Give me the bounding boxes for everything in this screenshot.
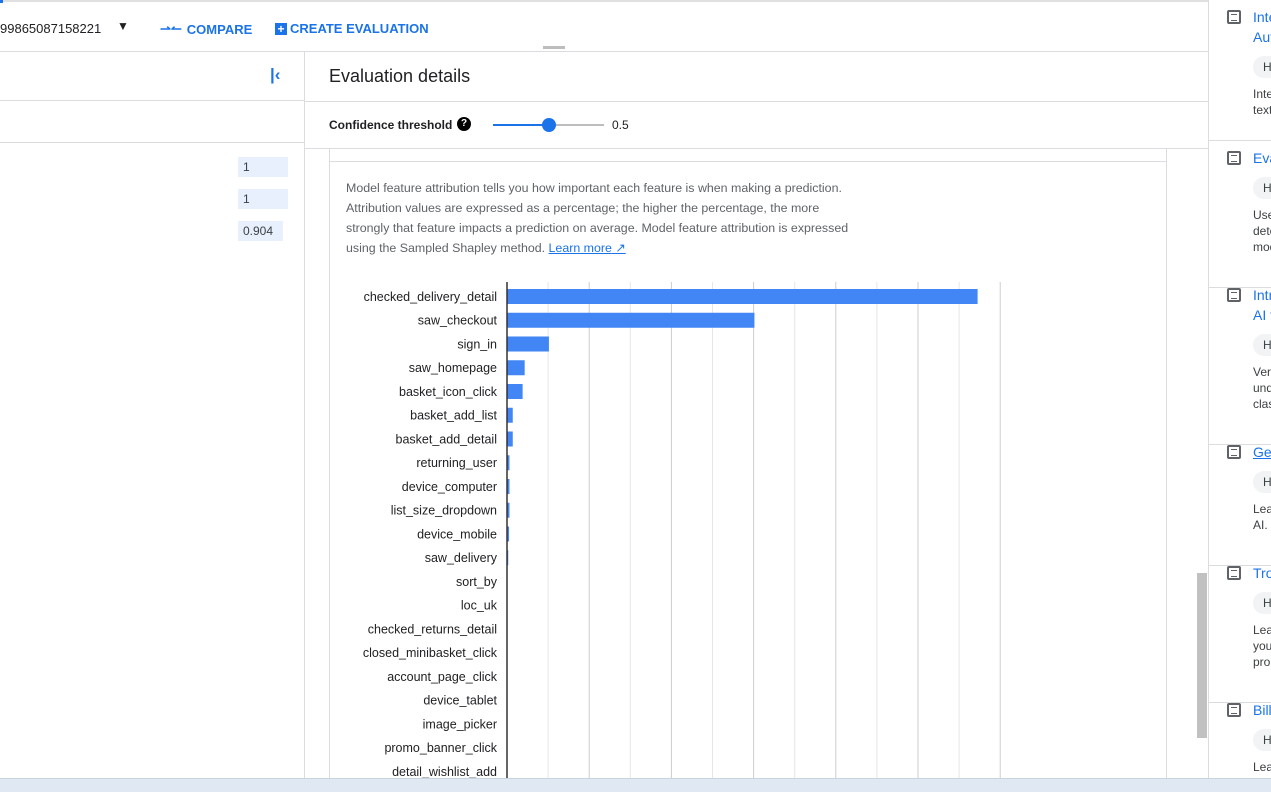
article-chip: H xyxy=(1253,471,1271,493)
plus-icon: + xyxy=(275,22,287,35)
compare-label: COMPARE xyxy=(186,21,253,37)
article-icon xyxy=(1227,703,1241,717)
slider-fill xyxy=(493,124,549,126)
category-label: promo_banner_click xyxy=(384,741,497,755)
help-article[interactable]: IntrAI f H Verundclas xyxy=(1209,285,1271,445)
slider-thumb[interactable] xyxy=(541,118,556,132)
category-label: basket_icon_click xyxy=(399,385,498,399)
create-evaluation-button[interactable]: + CREATE EVALUATION xyxy=(275,21,429,36)
taskbar xyxy=(0,778,1271,792)
threshold-label: Confidence threshold xyxy=(329,118,453,132)
article-title[interactable]: Bill xyxy=(1253,700,1271,720)
article-description: Leayoupro xyxy=(1253,623,1271,669)
bar-saw_homepage[interactable] xyxy=(507,360,525,376)
category-label: saw_homepage xyxy=(409,361,497,375)
page-title: Evaluation details xyxy=(329,66,471,86)
help-article[interactable]: Tro H Leayoupro xyxy=(1209,563,1271,703)
article-description: Usedetemod xyxy=(1253,208,1271,254)
category-label: detail_wishlist_add xyxy=(392,765,497,779)
category-label: saw_delivery xyxy=(425,551,498,565)
top-toolbar: 99865087158221 ▼ ⇀↼ COMPARE + CREATE EVALU… xyxy=(0,0,1208,52)
bar-basket_add_detail[interactable] xyxy=(507,431,513,447)
category-label: sort_by xyxy=(456,575,498,589)
category-label: device_computer xyxy=(402,480,497,494)
resize-handle[interactable] xyxy=(543,46,565,49)
learn-more-link[interactable]: Learn more ↗ xyxy=(549,241,626,255)
article-title[interactable]: IntrAI f xyxy=(1253,285,1271,325)
feature-attribution-card: Model feature attribution tells you how … xyxy=(329,162,1167,787)
category-label: closed_minibasket_click xyxy=(363,646,498,660)
category-label: basket_add_detail xyxy=(396,432,497,446)
category-label: checked_returns_detail xyxy=(368,622,497,636)
category-label: list_size_dropdown xyxy=(391,504,497,518)
article-description: Verundclas xyxy=(1253,365,1271,411)
help-article[interactable]: InteAut H Intetext xyxy=(1209,7,1271,141)
scrollbar[interactable] xyxy=(1197,573,1207,738)
threshold-slider[interactable] xyxy=(493,118,604,132)
article-chip: H xyxy=(1253,334,1271,356)
category-label: device_tablet xyxy=(423,694,497,708)
compare-icon: ⇀↼ xyxy=(160,21,182,36)
article-description: LeaAI. xyxy=(1253,502,1271,532)
article-title[interactable]: Eva xyxy=(1253,148,1271,168)
article-icon xyxy=(1227,151,1241,165)
article-icon xyxy=(1227,445,1241,459)
create-evaluation-label: CREATE EVALUATION xyxy=(290,21,429,36)
article-chip: H xyxy=(1253,177,1271,199)
help-article[interactable]: Get H LeaAI. xyxy=(1209,442,1271,566)
model-selector[interactable]: 99865087158221 xyxy=(0,21,101,36)
help-article[interactable]: Eva H Usedetemod xyxy=(1209,148,1271,288)
metric-value: 1 xyxy=(238,157,288,177)
left-panel: |‹ 1 1 0.904 xyxy=(0,52,305,778)
article-description: Lea xyxy=(1253,760,1271,774)
category-label: image_picker xyxy=(423,717,497,731)
article-icon xyxy=(1227,566,1241,580)
right-help-panel: InteAutHIntetextEvaHUsedetemodIntrAI fHV… xyxy=(1208,0,1271,778)
category-label: returning_user xyxy=(416,456,497,470)
article-chip: H xyxy=(1253,56,1271,78)
feature-attribution-chart: checked_delivery_detail saw_checkout sign_… xyxy=(363,282,1001,787)
bar-checked_delivery_detail[interactable] xyxy=(507,289,978,304)
learn-more-label: Learn more xyxy=(548,241,612,255)
bar-saw_checkout[interactable] xyxy=(507,312,755,328)
article-title[interactable]: Get xyxy=(1253,442,1271,462)
threshold-value: 0.5 xyxy=(612,118,629,132)
metric-value: 1 xyxy=(238,189,288,209)
bar-sign_in[interactable] xyxy=(507,336,549,352)
category-label: saw_checkout xyxy=(418,314,498,328)
help-icon[interactable]: ? xyxy=(457,117,471,131)
article-icon xyxy=(1227,10,1241,24)
accent-mark xyxy=(0,0,3,3)
left-row xyxy=(0,101,304,143)
bar-basket_add_list[interactable] xyxy=(507,407,513,423)
article-icon xyxy=(1227,288,1241,302)
metric-value: 0.904 xyxy=(238,221,283,241)
evaluation-details-panel: Evaluation details Confidence threshold … xyxy=(305,52,1208,787)
collapse-panel-icon[interactable]: |‹ xyxy=(270,65,280,85)
category-label: loc_uk xyxy=(461,599,498,613)
confidence-threshold-row: Confidence threshold ? 0.5 xyxy=(305,101,1208,149)
category-label: account_page_click xyxy=(387,670,498,684)
category-label: checked_delivery_detail xyxy=(364,290,497,304)
bar-basket_icon_click[interactable] xyxy=(507,384,523,399)
category-label: basket_add_list xyxy=(410,409,497,423)
category-label: sign_in xyxy=(457,337,497,351)
compare-button[interactable]: ⇀↼ COMPARE xyxy=(160,21,252,37)
help-article[interactable]: Bill H Lea xyxy=(1209,700,1271,778)
dropdown-arrow-icon[interactable]: ▼ xyxy=(117,19,129,33)
article-title[interactable]: Tro xyxy=(1253,563,1271,583)
article-chip: H xyxy=(1253,592,1271,614)
card-header xyxy=(329,149,1167,162)
left-header: |‹ xyxy=(0,52,304,101)
category-label: device_mobile xyxy=(417,527,497,541)
article-title[interactable]: InteAut xyxy=(1253,7,1271,47)
article-chip: H xyxy=(1253,729,1271,751)
article-description: Intetext xyxy=(1253,87,1271,117)
description: Model feature attribution tells you how … xyxy=(346,178,866,258)
